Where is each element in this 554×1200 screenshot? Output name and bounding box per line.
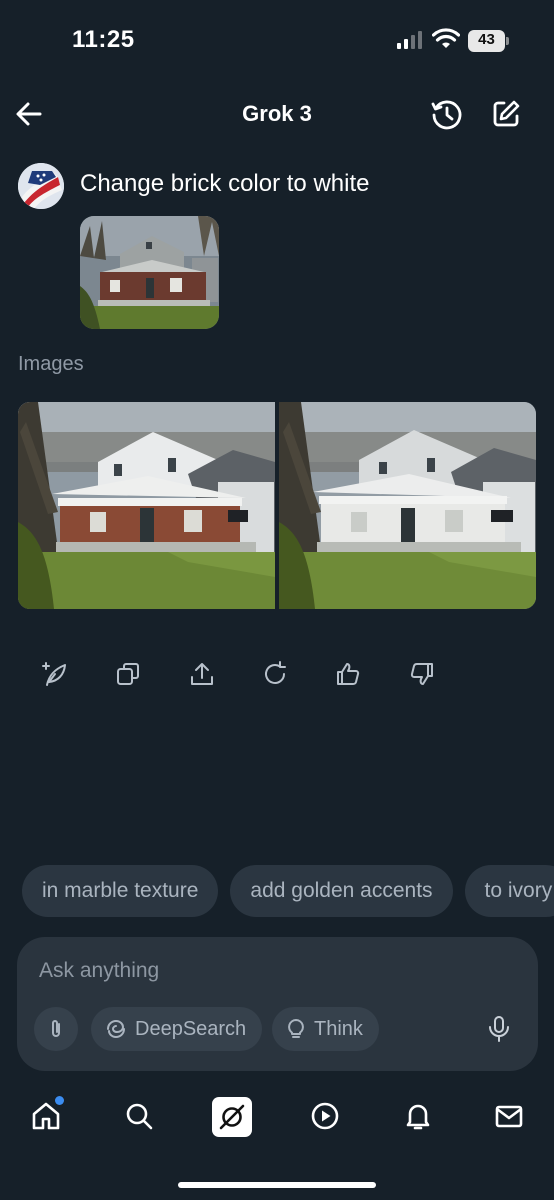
share-upload-icon xyxy=(191,663,213,685)
dislike-button[interactable] xyxy=(406,658,438,690)
lightbulb-icon xyxy=(288,1019,304,1038)
nav-notifications[interactable] xyxy=(398,1096,438,1136)
notification-dot xyxy=(55,1096,64,1105)
battery-level: 43 xyxy=(478,31,495,48)
suggestion-chip[interactable]: add golden accents xyxy=(230,865,453,917)
compose-icon[interactable] xyxy=(490,98,522,130)
think-button[interactable]: Think xyxy=(272,1007,379,1051)
grok-icon xyxy=(219,1104,245,1130)
cellular-signal-icon xyxy=(397,31,422,49)
copy-icon xyxy=(117,663,139,685)
attach-button[interactable] xyxy=(34,1007,78,1051)
nav-search[interactable] xyxy=(119,1096,159,1136)
flag-avatar-image xyxy=(18,163,64,209)
deepsearch-swirl-icon xyxy=(107,1019,125,1039)
generated-image-1[interactable] xyxy=(18,402,275,609)
play-circle-icon xyxy=(311,1102,339,1130)
page-title: Grok 3 xyxy=(242,101,312,126)
search-icon xyxy=(126,1103,153,1130)
paperclip-icon xyxy=(52,1020,60,1037)
images-section-label: Images xyxy=(18,353,84,375)
nav-messages[interactable] xyxy=(489,1096,529,1136)
bell-icon xyxy=(406,1104,430,1130)
composer: DeepSearch Think xyxy=(17,937,538,1071)
generated-images-grid xyxy=(18,402,536,609)
edit-image-button[interactable] xyxy=(38,658,70,690)
sparkle-leaf-icon xyxy=(42,662,66,686)
refresh-icon xyxy=(265,661,286,684)
user-message: Change brick color to white xyxy=(80,170,370,197)
home-indicator[interactable] xyxy=(178,1182,376,1188)
share-button[interactable] xyxy=(186,658,218,690)
history-icon[interactable] xyxy=(430,98,464,132)
voice-input-button[interactable] xyxy=(483,1013,515,1045)
suggestion-chips: in marble texture add golden accents to … xyxy=(22,865,554,917)
like-button[interactable] xyxy=(332,658,364,690)
microphone-icon xyxy=(489,1016,509,1042)
think-label: Think xyxy=(314,1017,363,1040)
suggestion-chip[interactable]: to ivory xyxy=(464,865,554,917)
suggestion-chip[interactable]: in marble texture xyxy=(22,865,219,917)
deepsearch-button[interactable]: DeepSearch xyxy=(91,1007,263,1051)
thumbs-down-icon xyxy=(410,663,433,685)
uploaded-house-image[interactable] xyxy=(80,216,219,329)
mail-icon xyxy=(495,1105,523,1128)
copy-button[interactable] xyxy=(112,658,144,690)
ask-input[interactable] xyxy=(39,955,499,987)
generated-image-2[interactable] xyxy=(279,402,536,609)
nav-video[interactable] xyxy=(305,1096,345,1136)
wifi-icon xyxy=(432,28,460,48)
regenerate-button[interactable] xyxy=(259,658,291,690)
avatar[interactable] xyxy=(18,163,64,209)
battery-indicator: 43 xyxy=(468,30,510,52)
nav-grok[interactable] xyxy=(212,1097,252,1137)
status-time: 11:25 xyxy=(72,26,135,53)
deepsearch-label: DeepSearch xyxy=(135,1017,247,1040)
thumbs-up-icon xyxy=(337,663,360,685)
